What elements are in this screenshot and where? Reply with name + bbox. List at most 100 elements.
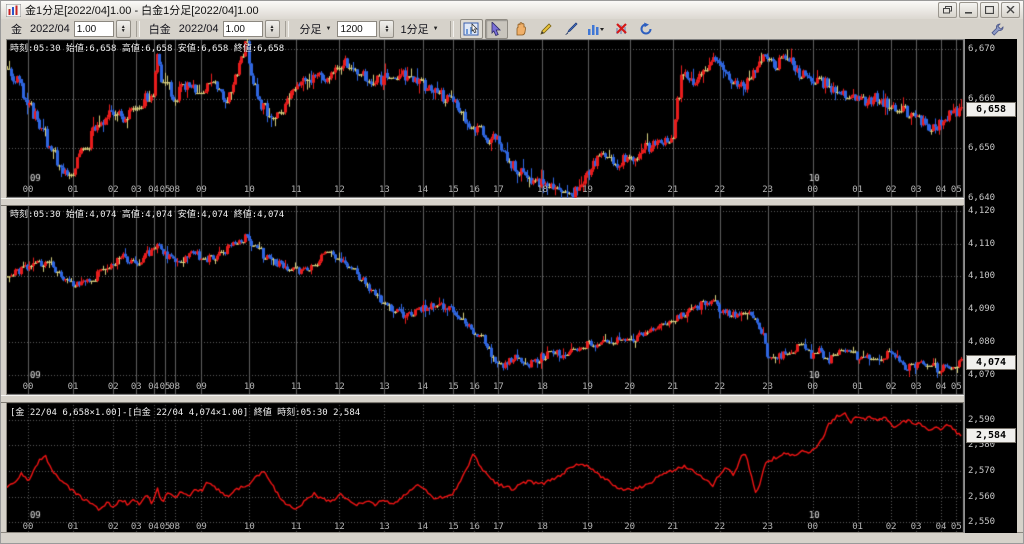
platinum-multiplier-stepper[interactable]: ▲ ▼ — [264, 20, 280, 38]
gold-candlestick-plot[interactable] — [6, 39, 964, 198]
chart-cursor-button[interactable] — [459, 19, 483, 39]
x-axis-label: 16 — [469, 522, 480, 532]
close-icon[interactable] — [1001, 2, 1020, 18]
y-axis-label: 4,090 — [968, 304, 996, 315]
y-axis-label: 4,100 — [968, 271, 996, 282]
x-axis-label: 04 — [935, 185, 947, 195]
toolbar: 金 2022/04 ▲▼ 白金 2022/04 ▲▼ 分足▼ ▲▼ 1分足▼ — [1, 19, 1023, 40]
gold-multiplier-field[interactable] — [73, 21, 114, 37]
x-axis-label: 04 — [148, 522, 159, 532]
gold-label: 金 — [11, 24, 22, 36]
x-axis-label: 20 — [624, 382, 636, 392]
x-axis-label: 11 — [290, 185, 302, 195]
y-axis-label: 2,560 — [968, 491, 996, 502]
x-axis-label: 00 — [22, 382, 34, 392]
x-axis-label: 05 — [950, 382, 962, 392]
x-axis-label: 01 — [67, 522, 79, 532]
gold-time-axis: 00 01 02 03 04 05 08 09 10 11 12 13 14 15 16 17 18 19 20 21… — [6, 185, 964, 197]
x-axis-label: 03 — [910, 382, 922, 392]
x-axis-label: 22 — [714, 185, 726, 195]
x-axis-label: 19 — [582, 185, 593, 195]
delete-drawings-button[interactable] — [610, 19, 633, 39]
panel-splitter[interactable] — [1, 198, 964, 206]
x-axis-label: 01 — [67, 382, 79, 392]
pencil-draw-button[interactable] — [535, 19, 558, 39]
select-arrow-button[interactable] — [484, 19, 508, 39]
x-axis-label: 12 — [333, 185, 345, 195]
platinum-time-axis: 00 01 02 03 04 05 08 09 10 11 12 13 14 15 16 17 18 19 20 21… — [6, 382, 964, 394]
x-axis-label: 02 — [107, 522, 119, 532]
bar-type-label: 分足 — [299, 24, 322, 36]
y-axis-label: 2,590 — [968, 414, 996, 425]
y-axis-label: 2,570 — [968, 466, 996, 477]
gold-multiplier-stepper[interactable]: ▲ ▼ — [115, 20, 131, 38]
x-axis-label: 20 — [624, 522, 636, 532]
bar-type-dropdown[interactable]: 分足 ▼ — [297, 20, 335, 38]
platinum-info-line: 時刻:05:30 始値:4,074 高値:4,074 安値:4,074 終値:4… — [10, 210, 285, 220]
hand-pan-button[interactable] — [510, 19, 533, 39]
x-axis-label: 17 — [492, 522, 504, 532]
x-axis-label: 03 — [130, 522, 142, 532]
platinum-candlestick-plot[interactable] — [6, 204, 964, 395]
platinum-multiplier-field[interactable] — [222, 21, 263, 37]
x-axis-label: 12 — [333, 382, 345, 392]
toolbar-separator — [449, 21, 454, 37]
bar-count-field[interactable] — [337, 21, 378, 37]
settings-wrench-button[interactable] — [986, 19, 1009, 39]
x-axis-label: 08 — [169, 382, 181, 392]
x-axis-label: 18 — [537, 522, 548, 532]
bar-interval-dropdown[interactable]: 1分足 ▼ — [397, 20, 441, 38]
chart-region: 時刻:05:30 始値:6,658 高値:6,658 安値:6,658 終値:6… — [1, 39, 1023, 543]
x-axis-label: 01 — [852, 382, 864, 392]
x-axis-label: 18 — [537, 382, 548, 392]
chart-cursor-icon — [463, 22, 479, 36]
x-axis-label: 19 — [582, 382, 593, 392]
platinum-contract-month[interactable]: 2022/04 — [179, 23, 219, 35]
y-axis-label: 6,650 — [968, 143, 996, 154]
x-axis-label: 14 — [417, 522, 429, 532]
title-bar[interactable]: 金1分足[2022/04]1.00 - 白金1分足[2022/04]1.00 — [1, 1, 1023, 20]
x-axis-label: 17 — [492, 185, 504, 195]
x-axis-label: 16 — [469, 382, 480, 392]
minimize-icon[interactable] — [959, 2, 978, 18]
toolbar-separator — [284, 21, 289, 37]
spread-info-line: [金 22/04 6,658×1.00]-[白金 22/04 4,074×1.0… — [10, 408, 361, 418]
panel-splitter[interactable] — [1, 395, 964, 403]
x-axis-label: 23 — [762, 382, 774, 392]
x-axis-label: 04 — [935, 522, 947, 532]
x-axis-label: 22 — [714, 522, 726, 532]
x-axis-label: 00 — [807, 185, 819, 195]
bar-chart-icon — [588, 25, 605, 35]
spread-time-axis: 00 01 02 03 04 05 08 09 10 11 12 13 14 15 16 17 18 19 20 21… — [6, 522, 964, 534]
x-axis-label: 14 — [417, 382, 429, 392]
chart-type-button[interactable] — [585, 19, 608, 39]
x-axis-label: 08 — [169, 185, 181, 195]
refresh-button[interactable] — [635, 19, 658, 39]
x-axis-label: 15 — [447, 522, 459, 532]
x-axis-label: 03 — [910, 185, 922, 195]
x-axis-label: 18 — [537, 185, 548, 195]
x-axis-label: 21 — [667, 185, 679, 195]
refresh-icon — [640, 22, 652, 35]
pen-draw-button[interactable] — [560, 19, 583, 39]
x-axis-label: 00 — [22, 185, 34, 195]
gold-info-line: 時刻:05:30 始値:6,658 高値:6,658 安値:6,658 終値:6… — [10, 44, 285, 54]
last-price-badge: 4,074 — [966, 355, 1016, 371]
x-axis-label: 08 — [169, 522, 181, 532]
spread-line-plot[interactable] — [6, 402, 964, 535]
maximize-icon[interactable] — [980, 2, 999, 18]
cascade-windows-icon[interactable] — [938, 2, 957, 18]
y-axis-label: 4,080 — [968, 337, 996, 348]
x-axis-label: 09 — [196, 185, 207, 195]
x-axis-label: 11 — [290, 522, 302, 532]
x-axis-label: 13 — [378, 522, 390, 532]
x-axis-label: 03 — [910, 522, 922, 532]
hand-pan-icon — [516, 22, 526, 36]
gold-contract-month[interactable]: 2022/04 — [30, 23, 70, 35]
delete-drawings-icon — [615, 23, 627, 34]
x-axis-label: 02 — [885, 185, 897, 195]
bar-count-stepper[interactable]: ▲ ▼ — [379, 20, 395, 38]
x-axis-label: 14 — [417, 185, 429, 195]
x-axis-label: 16 — [469, 185, 480, 195]
x-axis-label: 00 — [807, 382, 819, 392]
